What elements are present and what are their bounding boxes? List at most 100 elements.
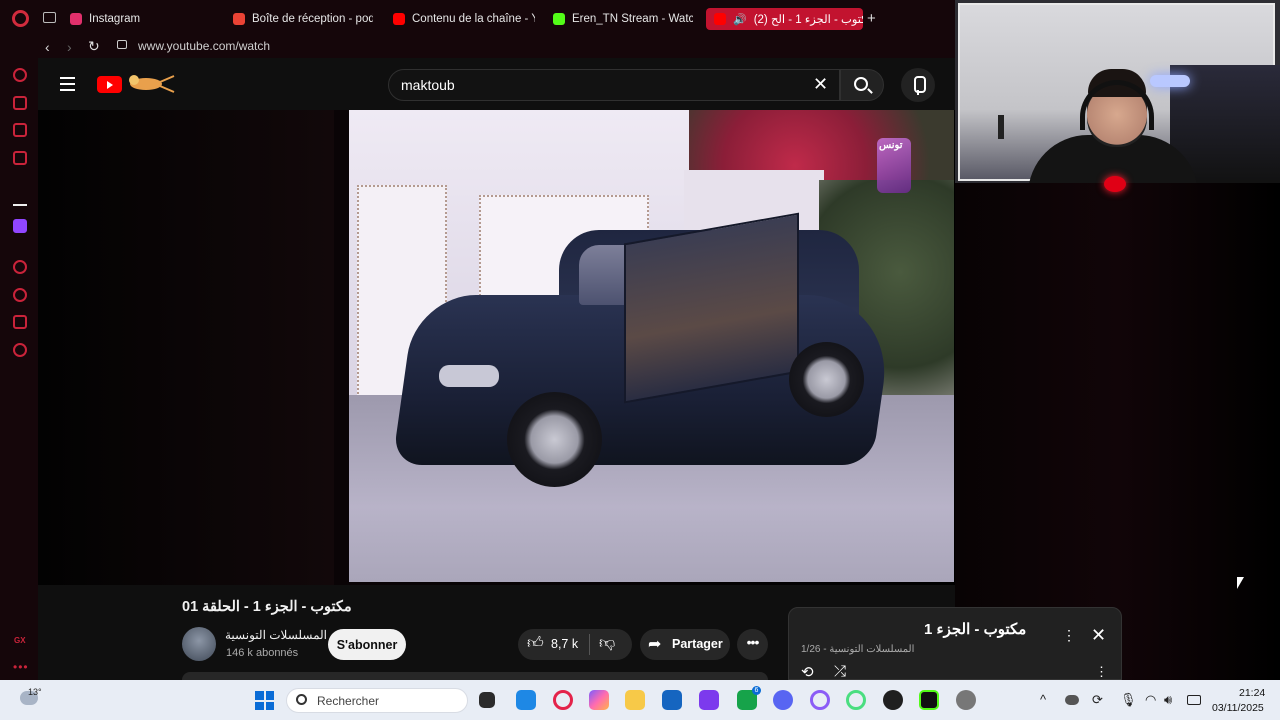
sidebar-more-icon[interactable]: ••• — [13, 660, 29, 674]
volume-icon[interactable]: 🔊︎ — [1164, 692, 1172, 708]
news-icon[interactable] — [13, 123, 27, 137]
player-icon[interactable] — [13, 260, 27, 274]
url-field[interactable]: www.youtube.com/watch — [138, 39, 270, 53]
subscriber-count: 146 k abonnés — [226, 647, 299, 659]
opera-air-icon[interactable] — [846, 690, 866, 710]
player-letterbox — [38, 110, 334, 585]
tab-youtube-studio[interactable]: Contenu de la chaîne - Yo — [393, 8, 535, 30]
dislike-icon[interactable]: 👎︎ — [599, 634, 615, 653]
weather-temperature[interactable]: 13° — [28, 687, 42, 697]
copilot-icon[interactable] — [589, 690, 609, 710]
gmail-sidebar-icon[interactable] — [13, 151, 27, 165]
secondary-column — [955, 183, 1280, 680]
menu-icon[interactable] — [60, 77, 75, 91]
extensions-icon[interactable] — [13, 315, 27, 329]
kick-taskbar-icon[interactable] — [919, 690, 939, 710]
clock-time[interactable]: 21:24 — [1239, 687, 1265, 699]
tray-overflow-icon[interactable]: ^ — [1040, 692, 1046, 707]
tab-label: Boîte de réception - podc — [252, 13, 373, 25]
new-tab-button[interactable]: + — [867, 10, 876, 27]
notification-badge: 6 — [752, 686, 761, 695]
settings-taskbar-icon[interactable] — [956, 690, 976, 710]
car-headlight — [439, 365, 499, 387]
like-divider — [589, 634, 590, 655]
onedrive-icon[interactable] — [1065, 695, 1079, 705]
proton-vpn-icon[interactable] — [699, 690, 719, 710]
microsoft-store-icon[interactable] — [662, 690, 682, 710]
channel-watermark-text: تونس — [879, 140, 903, 151]
subscribe-button[interactable]: S'abonner — [328, 629, 406, 660]
tab-instagram[interactable]: Instagram — [70, 8, 220, 30]
kick-icon — [553, 13, 565, 25]
car-front-wheel — [507, 392, 602, 487]
search-input[interactable] — [388, 69, 840, 101]
history-icon[interactable] — [13, 288, 27, 302]
opera-gx-taskbar-icon[interactable] — [553, 690, 573, 710]
share-icon: ➦ — [648, 636, 662, 653]
photos-app-icon[interactable] — [516, 690, 536, 710]
youtube-logo[interactable] — [97, 76, 122, 93]
back-icon[interactable]: ‹ — [45, 39, 50, 55]
search-button[interactable] — [840, 69, 884, 101]
lock-icon — [117, 40, 127, 49]
channel-name[interactable]: المسلسلات التونسية — [225, 628, 327, 642]
playlist-meta: المسلسلات التونسية - 1/26 — [801, 644, 915, 655]
youtube-icon — [714, 13, 726, 25]
playlist-more-icon[interactable]: ⋮ — [1095, 664, 1108, 680]
like-count[interactable]: 8,7 k — [551, 637, 578, 651]
speaker-icon[interactable]: 🔊 — [733, 13, 747, 26]
screen: Instagram Boîte de réception - podc Cont… — [0, 0, 1280, 720]
video-title: مكتوب - الجزء 1 - الحلقة 01 — [182, 599, 352, 615]
instagram-icon — [70, 13, 82, 25]
recording-indicator-icon — [1104, 176, 1126, 192]
webcam-ring-light — [1150, 75, 1190, 87]
youtube-icon — [393, 13, 405, 25]
windows-start-icon[interactable] — [255, 691, 274, 710]
gx-control-icon[interactable]: GX — [14, 636, 26, 645]
voice-search-button[interactable] — [901, 68, 935, 102]
webcam-frame — [958, 3, 1280, 183]
playlist-close-icon[interactable]: ✕ — [1091, 625, 1106, 646]
playlist-title[interactable]: مكتوب - الجزء 1 — [924, 620, 1026, 638]
forward-icon[interactable]: › — [67, 39, 72, 55]
tab-gmail[interactable]: Boîte de réception - podc — [233, 8, 373, 30]
like-icon[interactable]: 👍︎ — [527, 634, 544, 653]
discord-icon[interactable] — [773, 690, 793, 710]
taskbar-search-placeholder[interactable]: Rechercher — [317, 694, 379, 708]
battery-icon[interactable] — [1187, 695, 1201, 705]
search-icon — [854, 77, 868, 91]
tab-label: Eren_TN Stream - Watch L — [572, 13, 693, 25]
opera-menu-icon[interactable] — [12, 10, 29, 27]
settings-icon[interactable] — [13, 343, 27, 357]
file-explorer-icon[interactable] — [625, 690, 645, 710]
video-frame[interactable]: تونس — [349, 110, 954, 582]
game-icon[interactable] — [13, 96, 27, 110]
opera-taskbar-icon[interactable] — [810, 690, 830, 710]
shuffle-icon[interactable]: ⤮ — [834, 663, 846, 680]
wifi-icon[interactable]: ◠ — [1145, 692, 1156, 708]
sync-icon[interactable]: ⟳ — [1092, 692, 1103, 708]
clear-search-icon[interactable]: ✕ — [813, 74, 828, 95]
youtube-doodle[interactable] — [124, 72, 176, 94]
search-query[interactable]: maktoub — [401, 77, 455, 93]
clock-date[interactable]: 03/11/2025 — [1212, 702, 1264, 714]
speed-dial-icon[interactable] — [13, 68, 27, 82]
task-view-icon[interactable] — [479, 692, 495, 708]
obs-icon[interactable] — [883, 690, 903, 710]
playlist-menu-icon[interactable]: ⋮ — [1062, 627, 1076, 644]
tab-kick-stream[interactable]: Eren_TN Stream - Watch L — [553, 8, 693, 30]
loop-icon[interactable]: ⟲ — [801, 663, 814, 681]
search-icon — [296, 694, 307, 705]
microphone-icon[interactable]: 🎙︎ — [1120, 692, 1137, 708]
channel-avatar[interactable] — [182, 627, 216, 661]
tab-label: Instagram — [89, 13, 141, 25]
reload-icon[interactable]: ↻ — [88, 38, 100, 55]
tab-youtube-active[interactable]: 🔊 (2) مكتوب - الجزء 1 - الح — [706, 8, 863, 30]
car-open-door — [624, 212, 799, 404]
twitch-icon[interactable] — [13, 219, 27, 233]
tab-snapshot-icon[interactable] — [43, 12, 56, 23]
webcam-overlay — [955, 0, 1280, 183]
more-actions-button[interactable]: ••• — [737, 629, 768, 660]
aria-icon[interactable] — [13, 192, 27, 206]
description-box[interactable] — [182, 672, 768, 680]
